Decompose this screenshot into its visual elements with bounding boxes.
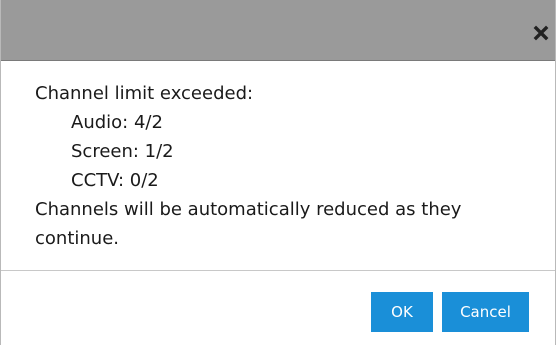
message-footer-line1: Channels will be automatically reduced a… <box>35 199 462 220</box>
dialog-message: Channel limit exceeded: Audio: 4/2 Scree… <box>35 79 545 253</box>
message-footer-line2: continue. <box>35 228 119 249</box>
channel-item-cctv: CCTV: 0/2 <box>71 170 159 191</box>
close-icon[interactable] <box>533 25 549 41</box>
channel-limit-dialog: Channel limit exceeded: Audio: 4/2 Scree… <box>0 0 556 345</box>
ok-button[interactable]: OK <box>371 292 433 332</box>
footer-divider <box>1 270 555 271</box>
cancel-button[interactable]: Cancel <box>442 292 529 332</box>
channel-item-screen: Screen: 1/2 <box>71 141 174 162</box>
dialog-titlebar <box>1 0 555 61</box>
channel-item-audio: Audio: 4/2 <box>71 112 163 133</box>
message-heading: Channel limit exceeded: <box>35 83 254 104</box>
